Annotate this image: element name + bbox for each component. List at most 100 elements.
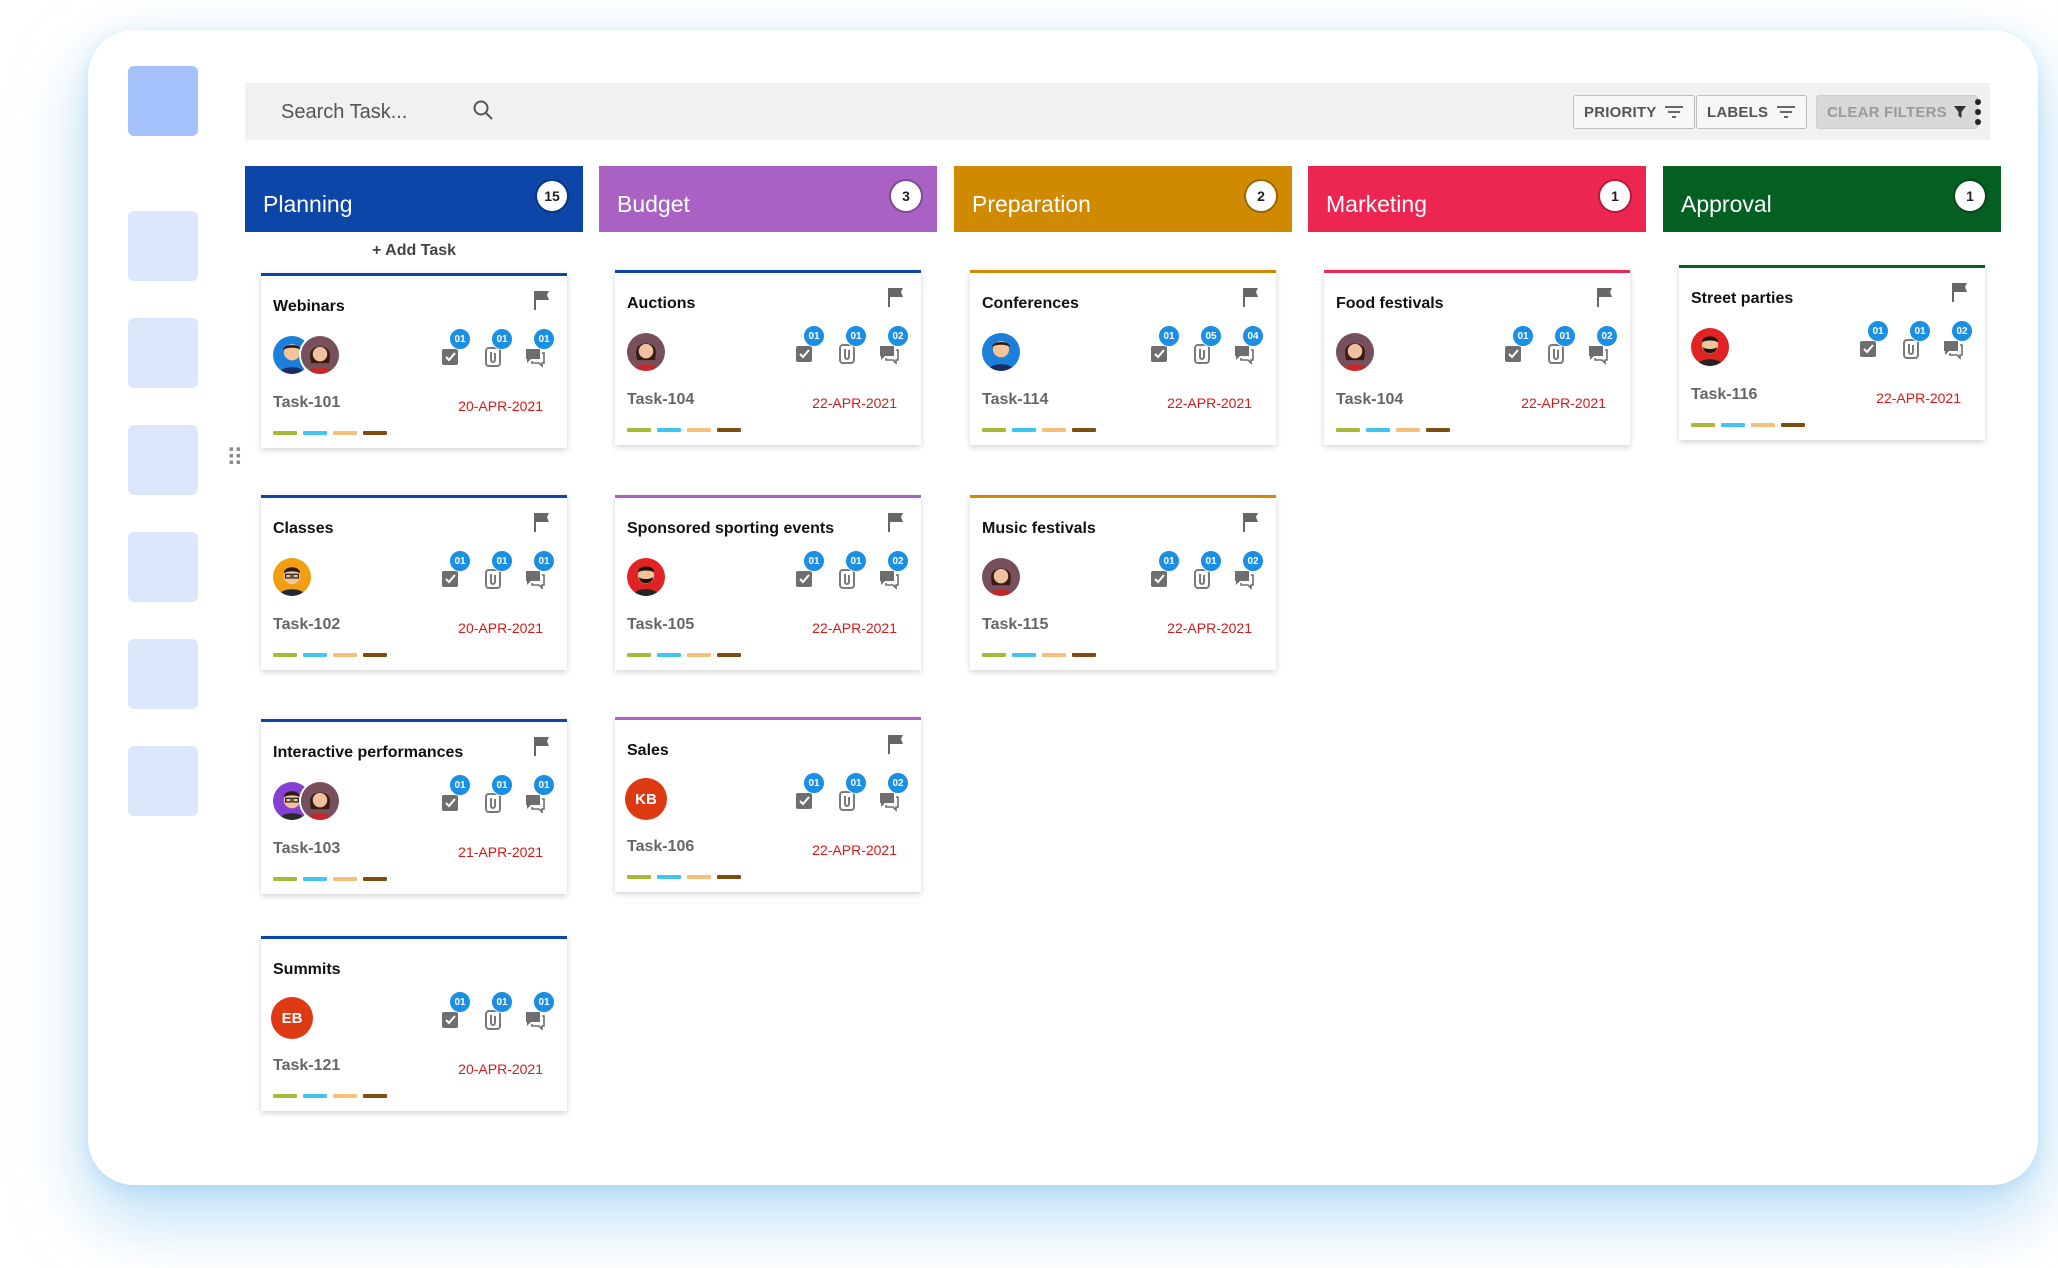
more-options-icon[interactable] [1973, 98, 1983, 126]
avatar-initials[interactable]: KB [625, 778, 667, 820]
avatar[interactable] [299, 780, 341, 822]
flag-icon[interactable] [533, 512, 551, 532]
label-bar[interactable] [657, 875, 681, 879]
label-bar[interactable] [273, 653, 297, 657]
attachment-stat[interactable]: 01 [835, 550, 867, 590]
label-bar[interactable] [657, 428, 681, 432]
label-bar[interactable] [303, 653, 327, 657]
label-bar[interactable] [717, 428, 741, 432]
label-bar[interactable] [1691, 423, 1715, 427]
task-card[interactable]: Webinars 01 01 01 Task-101 20-APR-2021 [261, 273, 567, 448]
flag-icon[interactable] [1951, 282, 1969, 302]
checklist-stat[interactable]: 01 [1148, 550, 1180, 590]
comment-stat[interactable]: 01 [523, 991, 555, 1031]
drag-handle-icon[interactable]: ⠿ [226, 446, 244, 470]
label-bar[interactable] [363, 653, 387, 657]
task-card[interactable]: Conferences 01 05 04 Task-114 22-APR-202… [970, 270, 1276, 445]
checklist-stat[interactable]: 01 [793, 772, 825, 812]
label-bar[interactable] [627, 875, 651, 879]
attachment-stat[interactable]: 01 [1190, 550, 1222, 590]
avatar[interactable] [299, 334, 341, 376]
attachment-stat[interactable]: 01 [481, 328, 513, 368]
flag-icon[interactable] [887, 287, 905, 307]
task-card[interactable]: Auctions 01 01 02 Task-104 22-APR-2021 [615, 270, 921, 445]
task-card[interactable]: Sponsored sporting events 01 01 02 Task-… [615, 495, 921, 670]
flag-icon[interactable] [1242, 512, 1260, 532]
avatar[interactable] [625, 331, 667, 373]
sidebar-item-1[interactable] [128, 211, 198, 281]
task-card[interactable]: Music festivals 01 01 02 Task-115 22-APR… [970, 495, 1276, 670]
label-bar[interactable] [687, 875, 711, 879]
label-bar[interactable] [303, 877, 327, 881]
priority-filter-button[interactable]: PRIORITY [1573, 95, 1696, 129]
search-icon[interactable] [471, 98, 495, 122]
comment-stat[interactable]: 02 [1941, 320, 1973, 360]
flag-icon[interactable] [887, 734, 905, 754]
label-bar[interactable] [1072, 653, 1096, 657]
label-bar[interactable] [1366, 428, 1390, 432]
label-bar[interactable] [303, 1094, 327, 1098]
avatar[interactable] [1689, 326, 1731, 368]
comment-stat[interactable]: 02 [877, 550, 909, 590]
checklist-stat[interactable]: 01 [1857, 320, 1889, 360]
attachment-stat[interactable]: 01 [1899, 320, 1931, 360]
flag-icon[interactable] [533, 290, 551, 310]
label-bar[interactable] [333, 1094, 357, 1098]
label-bar[interactable] [1781, 423, 1805, 427]
sidebar-item-3[interactable] [128, 425, 198, 495]
avatar[interactable] [980, 556, 1022, 598]
label-bar[interactable] [333, 877, 357, 881]
comment-stat[interactable]: 02 [1232, 550, 1264, 590]
comment-stat[interactable]: 02 [877, 772, 909, 812]
sidebar-item-4[interactable] [128, 532, 198, 602]
avatar-initials[interactable]: EB [271, 997, 313, 1039]
label-bar[interactable] [1042, 428, 1066, 432]
comment-stat[interactable]: 01 [523, 774, 555, 814]
label-bar[interactable] [1426, 428, 1450, 432]
task-card[interactable]: Sales KB 01 01 02 Task-106 22-APR-2021 [615, 717, 921, 892]
label-bar[interactable] [1042, 653, 1066, 657]
label-bar[interactable] [1072, 428, 1096, 432]
task-card[interactable]: Classes 01 01 01 Task-102 20-APR-2021 [261, 495, 567, 670]
attachment-stat[interactable]: 01 [481, 550, 513, 590]
label-bar[interactable] [363, 431, 387, 435]
checklist-stat[interactable]: 01 [439, 550, 471, 590]
comment-stat[interactable]: 02 [1586, 325, 1618, 365]
label-bar[interactable] [627, 428, 651, 432]
checklist-stat[interactable]: 01 [439, 991, 471, 1031]
sidebar-item-5[interactable] [128, 639, 198, 709]
attachment-stat[interactable]: 01 [835, 772, 867, 812]
label-bar[interactable] [982, 653, 1006, 657]
avatar[interactable] [271, 556, 313, 598]
label-bar[interactable] [687, 428, 711, 432]
checklist-stat[interactable]: 01 [793, 325, 825, 365]
label-bar[interactable] [657, 653, 681, 657]
attachment-stat[interactable]: 01 [835, 325, 867, 365]
sidebar-item-6[interactable] [128, 746, 198, 816]
task-card[interactable]: Street parties 01 01 02 Task-116 22-APR-… [1679, 265, 1985, 440]
attachment-stat[interactable]: 01 [481, 991, 513, 1031]
comment-stat[interactable]: 04 [1232, 325, 1264, 365]
flag-icon[interactable] [1596, 287, 1614, 307]
label-bar[interactable] [333, 431, 357, 435]
label-bar[interactable] [303, 431, 327, 435]
avatar[interactable] [625, 556, 667, 598]
add-task-button[interactable]: + Add Task [372, 242, 456, 260]
label-bar[interactable] [363, 1094, 387, 1098]
flag-icon[interactable] [1242, 287, 1260, 307]
task-card[interactable]: Summits EB 01 01 01 Task-121 20-APR-2021 [261, 936, 567, 1111]
attachment-stat[interactable]: 05 [1190, 325, 1222, 365]
task-card[interactable]: Interactive performances 01 01 01 Task-1… [261, 719, 567, 894]
label-bar[interactable] [1751, 423, 1775, 427]
label-bar[interactable] [333, 653, 357, 657]
avatar[interactable] [980, 331, 1022, 373]
attachment-stat[interactable]: 01 [1544, 325, 1576, 365]
checklist-stat[interactable]: 01 [793, 550, 825, 590]
label-bar[interactable] [1396, 428, 1420, 432]
label-bar[interactable] [687, 653, 711, 657]
label-bar[interactable] [273, 877, 297, 881]
avatar[interactable] [1334, 331, 1376, 373]
comment-stat[interactable]: 02 [877, 325, 909, 365]
label-bar[interactable] [627, 653, 651, 657]
flag-icon[interactable] [887, 512, 905, 532]
